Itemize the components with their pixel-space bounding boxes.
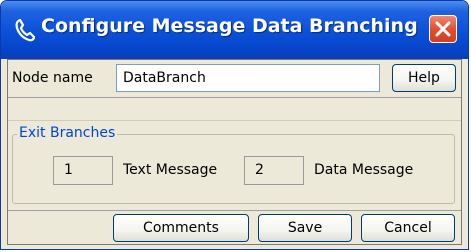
help-button[interactable]: Help <box>392 64 456 92</box>
exit-branches-title: Exit Branches <box>17 125 118 141</box>
node-name-input[interactable]: DataBranch <box>116 64 380 92</box>
title-bar: Configure Message Data Branching <box>1 1 468 59</box>
save-button[interactable]: Save <box>258 214 352 242</box>
node-name-label: Node name <box>12 70 93 86</box>
exit-branches-group: Exit Branches 1 Text Message 2 Data Mess… <box>12 125 455 204</box>
configure-dialog: Configure Message Data Branching Node na… <box>0 0 469 250</box>
footer-divider <box>8 210 461 211</box>
separator-row <box>8 98 461 121</box>
phone-handset-icon <box>14 18 36 42</box>
comments-button[interactable]: Comments <box>113 214 249 242</box>
branch-label-data-message: Data Message <box>314 162 414 178</box>
branch-label-text-message: Text Message <box>123 162 218 178</box>
cancel-button[interactable]: Cancel <box>361 214 455 242</box>
window-title: Configure Message Data Branching <box>41 15 418 37</box>
close-button[interactable] <box>429 15 457 43</box>
branch-number-1: 1 <box>53 156 113 185</box>
dialog-content: Node name DataBranch Help Exit Branches … <box>7 59 462 245</box>
node-name-row: Node name DataBranch Help <box>8 60 461 98</box>
branch-number-2: 2 <box>244 156 304 185</box>
